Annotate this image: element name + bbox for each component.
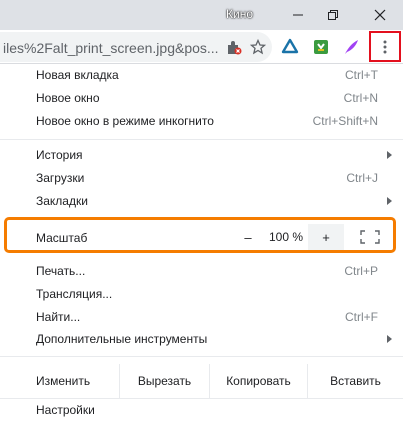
restore-button[interactable]	[310, 0, 356, 30]
menu-item-label: Новое окно	[36, 91, 100, 105]
submenu-arrow-icon	[387, 335, 392, 343]
menu-divider	[0, 356, 403, 357]
menu-item-shortcut: Ctrl+F	[345, 310, 378, 324]
title-bar: Кино	[0, 0, 403, 30]
menu-item-label: Загрузки	[36, 171, 85, 185]
minimize-icon	[293, 14, 303, 16]
menu-item-print[interactable]: Печать... Ctrl+P	[0, 260, 403, 282]
copy-button[interactable]: Копировать	[209, 364, 307, 398]
edit-label: Изменить	[36, 374, 91, 388]
restore-icon	[328, 10, 338, 20]
menu-item-shortcut: Ctrl+Shift+N	[312, 114, 378, 128]
menu-divider	[0, 139, 403, 140]
url-text[interactable]: iles%2Falt_print_screen.jpg&pos...	[3, 40, 219, 56]
close-button[interactable]	[357, 0, 403, 30]
menu-item-label: Дополнительные инструменты	[36, 332, 208, 346]
menu-item-shortcut: Ctrl+P	[344, 264, 378, 278]
browser-menu-button[interactable]	[369, 31, 401, 62]
menu-item-label: Закладки	[36, 194, 88, 208]
menu-item-label: Печать...	[36, 264, 86, 278]
menu-item-bookmarks[interactable]: Закладки	[0, 190, 403, 212]
menu-item-settings[interactable]: Настройки	[0, 399, 403, 421]
menu-item-label: Новая вкладка	[36, 68, 119, 82]
menu-item-incognito[interactable]: Новое окно в режиме инкогнито Ctrl+Shift…	[0, 110, 403, 132]
menu-item-label: Новое окно в режиме инкогнито	[36, 114, 214, 128]
close-icon	[374, 9, 386, 21]
browser-toolbar: iles%2Falt_print_screen.jpg&pos...	[0, 30, 403, 64]
window-title: Кино	[226, 7, 253, 21]
bookmark-star-icon[interactable]	[248, 37, 268, 57]
menu-item-label: История	[36, 148, 83, 162]
edit-row: Изменить Вырезать Копировать Вставить	[0, 364, 403, 398]
zoom-highlight-frame	[4, 217, 396, 253]
menu-item-downloads[interactable]: Загрузки Ctrl+J	[0, 167, 403, 189]
menu-item-find[interactable]: Найти... Ctrl+F	[0, 306, 403, 328]
extension-download-icon[interactable]	[311, 37, 331, 57]
menu-item-shortcut: Ctrl+J	[346, 171, 378, 185]
menu-item-new-window[interactable]: Новое окно Ctrl+N	[0, 87, 403, 109]
paste-button[interactable]: Вставить	[307, 364, 403, 398]
browser-menu: Новая вкладка Ctrl+T Новое окно Ctrl+N Н…	[0, 64, 403, 422]
extension-feather-icon[interactable]	[341, 37, 361, 57]
menu-item-shortcut: Ctrl+T	[345, 68, 378, 82]
menu-item-more-tools[interactable]: Дополнительные инструменты	[0, 328, 403, 350]
menu-item-label: Трансляция...	[36, 287, 113, 301]
submenu-arrow-icon	[387, 197, 392, 205]
menu-item-new-tab[interactable]: Новая вкладка Ctrl+T	[0, 64, 403, 86]
menu-item-history[interactable]: История	[0, 144, 403, 166]
blocked-plugin-icon[interactable]	[224, 37, 244, 57]
menu-item-shortcut: Ctrl+N	[343, 91, 378, 105]
cut-button[interactable]: Вырезать	[119, 364, 209, 398]
menu-item-cast[interactable]: Трансляция...	[0, 283, 403, 305]
extension-vpn-icon[interactable]	[280, 37, 300, 57]
submenu-arrow-icon	[387, 151, 392, 159]
menu-item-label: Настройки	[36, 403, 95, 417]
menu-item-label: Найти...	[36, 310, 81, 324]
more-vertical-icon	[383, 40, 387, 53]
